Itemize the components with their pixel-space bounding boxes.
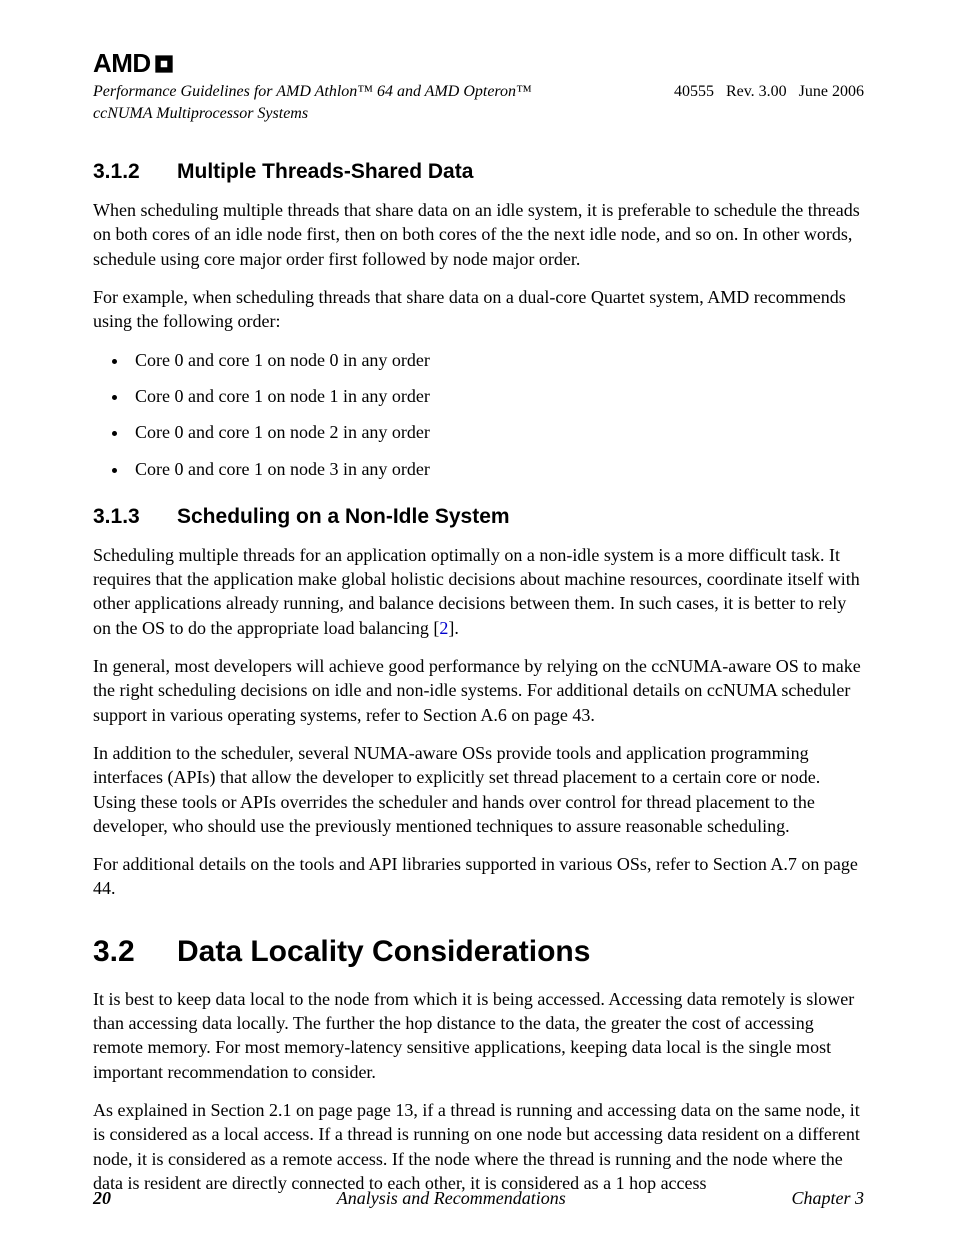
document-page: AMD Performance Guidelines for AMD Athlo… <box>0 0 954 1249</box>
page-footer: 20 Analysis and Recommendations Chapter … <box>93 1188 864 1209</box>
page-number: 20 <box>93 1188 111 1209</box>
list-item: Core 0 and core 1 on node 1 in any order <box>129 384 864 408</box>
list-item: Core 0 and core 1 on node 2 in any order <box>129 420 864 444</box>
doc-title-line2: ccNUMA Multiprocessor Systems <box>93 105 308 122</box>
paragraph: In addition to the scheduler, several NU… <box>93 741 864 838</box>
list-item: Core 0 and core 1 on node 0 in any order <box>129 348 864 372</box>
heading-number: 3.1.3 <box>93 505 177 529</box>
doc-title: Performance Guidelines for AMD Athlon™ 6… <box>93 81 532 124</box>
paragraph: In general, most developers will achieve… <box>93 654 864 727</box>
heading-title: Multiple Threads-Shared Data <box>177 160 473 183</box>
paragraph: For example, when scheduling threads tha… <box>93 285 864 334</box>
amd-arrow-icon <box>151 51 177 77</box>
heading-3-1-3: 3.1.3Scheduling on a Non-Idle System <box>93 505 864 529</box>
heading-title: Data Locality Considerations <box>177 935 590 968</box>
paragraph: For additional details on the tools and … <box>93 852 864 901</box>
paragraph: It is best to keep data local to the nod… <box>93 987 864 1084</box>
paragraph: When scheduling multiple threads that sh… <box>93 198 864 271</box>
heading-3-1-2: 3.1.2Multiple Threads-Shared Data <box>93 160 864 184</box>
footer-title: Analysis and Recommendations <box>337 1188 566 1209</box>
text-run: ]. <box>448 618 459 638</box>
logo-text: AMD <box>93 48 151 78</box>
footer-chapter: Chapter 3 <box>791 1188 864 1209</box>
brand-logo: AMD <box>93 48 864 79</box>
heading-title: Scheduling on a Non-Idle System <box>177 505 510 528</box>
amd-logo: AMD <box>93 48 864 79</box>
paragraph: Scheduling multiple threads for an appli… <box>93 543 864 640</box>
list-item: Core 0 and core 1 on node 3 in any order <box>129 457 864 481</box>
doc-revision: Rev. 3.00 <box>726 83 787 100</box>
doc-meta: 40555 Rev. 3.00 June 2006 <box>674 81 864 101</box>
heading-3-2: 3.2Data Locality Considerations <box>93 935 864 969</box>
running-header: Performance Guidelines for AMD Athlon™ 6… <box>93 81 864 124</box>
doc-number: 40555 <box>674 83 714 100</box>
doc-date: June 2006 <box>799 83 864 100</box>
doc-title-line1: Performance Guidelines for AMD Athlon™ 6… <box>93 83 532 100</box>
paragraph: As explained in Section 2.1 on page page… <box>93 1098 864 1195</box>
bullet-list: Core 0 and core 1 on node 0 in any order… <box>93 348 864 481</box>
text-run: Scheduling multiple threads for an appli… <box>93 545 860 638</box>
heading-number: 3.2 <box>93 935 177 969</box>
heading-number: 3.1.2 <box>93 160 177 184</box>
